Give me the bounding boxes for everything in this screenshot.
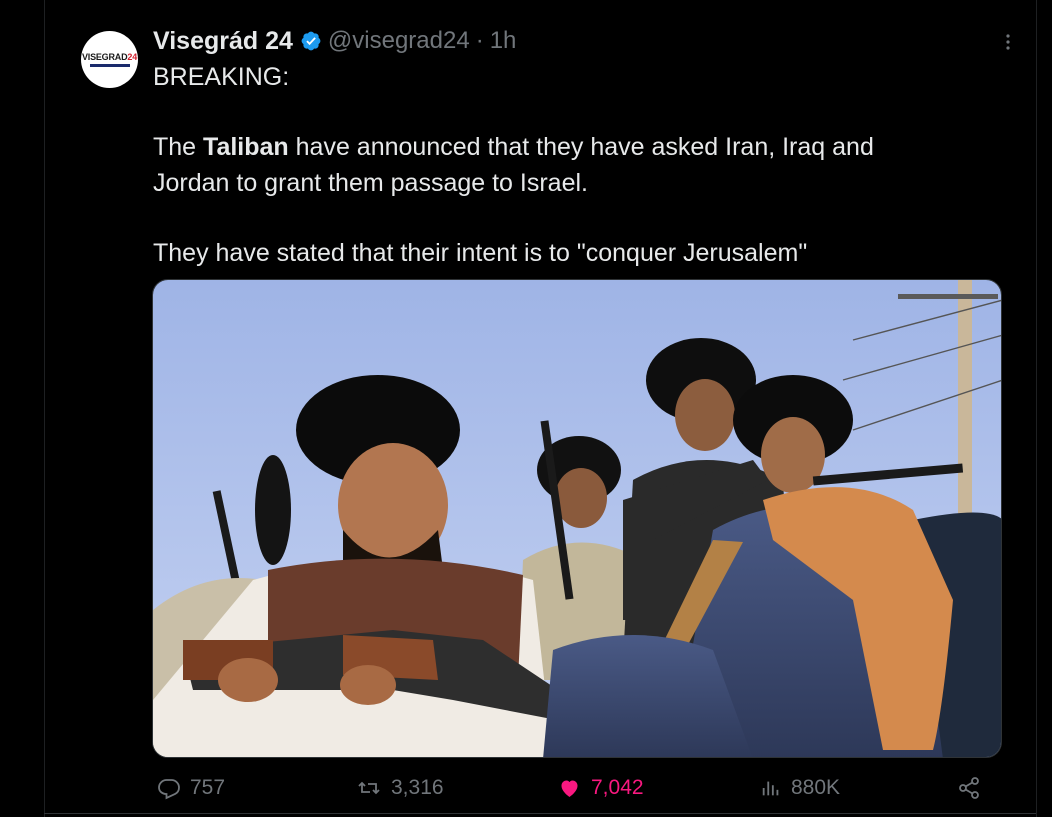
photo-illustration (153, 280, 1001, 757)
share-button[interactable] (957, 770, 990, 806)
tweet-text-line-2: The Taliban have announced that they hav… (153, 133, 874, 161)
avatar[interactable]: VISEGRAD24 (81, 31, 138, 88)
tweet[interactable]: VISEGRAD24 Visegrád 24 @visegrad24 · 1h … (0, 0, 1052, 817)
tweet-header: Visegrád 24 @visegrad24 · 1h (153, 25, 516, 57)
tweet-text-line-1: BREAKING: (153, 63, 290, 91)
column-border-right (1036, 0, 1037, 817)
tweet-text-line-3: Jordan to grant them passage to Israel. (153, 169, 588, 197)
heart-icon (561, 780, 578, 797)
reply-button[interactable]: 757 (157, 770, 225, 806)
separator: · (475, 27, 484, 54)
views-count: 880K (791, 776, 841, 799)
tweet-divider (44, 813, 1036, 814)
more-options-icon[interactable] (996, 30, 1020, 54)
timestamp[interactable]: 1h (490, 27, 517, 55)
reply-count: 757 (190, 776, 226, 799)
retweet-count: 3,316 (391, 776, 444, 799)
views-button[interactable]: 880K (760, 770, 840, 806)
analytics-icon (762, 781, 779, 796)
verified-badge-icon[interactable] (300, 30, 322, 52)
handle[interactable]: @visegrad24 (328, 27, 470, 55)
like-count: 7,042 (591, 776, 644, 799)
hashtag-taliban[interactable]: Taliban (203, 133, 289, 161)
reply-icon (158, 779, 180, 800)
retweet-button[interactable]: 3,316 (356, 770, 444, 806)
share-icon (959, 777, 979, 799)
tweet-text-line-4: They have stated that their intent is to… (153, 239, 808, 267)
like-button[interactable]: 7,042 (557, 770, 644, 806)
column-border-left (44, 0, 45, 817)
display-name[interactable]: Visegrád 24 (153, 27, 293, 56)
avatar-logo-text: VISEGRAD24 (81, 51, 138, 62)
tweet-actions: 757 3,316 7,042 880K (0, 770, 1052, 806)
tweet-photo[interactable] (152, 279, 1002, 758)
avatar-logo-bar (89, 63, 130, 67)
retweet-icon (358, 781, 380, 795)
